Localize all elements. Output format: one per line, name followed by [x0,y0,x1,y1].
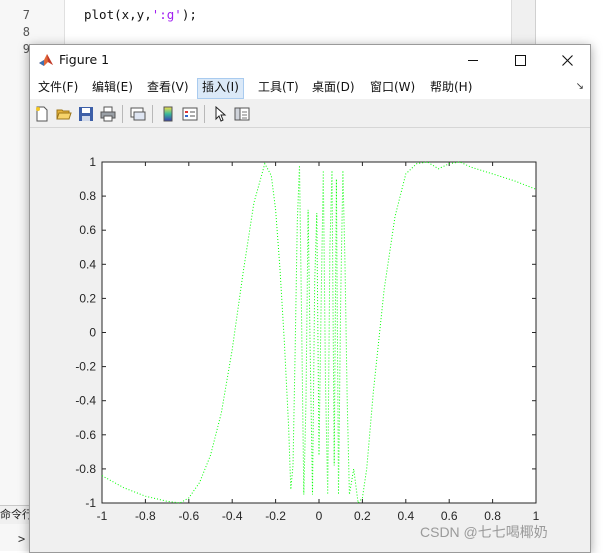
y-tick-label: 0.2 [79,291,96,305]
y-tick-label: 0.8 [79,189,96,203]
link-plot-icon[interactable] [128,104,148,124]
x-tick-label: 0 [316,509,323,523]
menu-insert[interactable]: 插入(I) [197,78,244,99]
maximize-icon [514,54,526,66]
y-tick-label: -1 [85,496,96,510]
minimize-icon [468,59,478,61]
code-text: plot(x,y, [84,7,152,22]
code-string: ':g' [151,7,182,22]
y-tick-label: -0.8 [75,462,96,476]
title-bar[interactable]: Figure 1 [30,45,590,75]
new-figure-icon[interactable] [32,104,52,124]
menu-window[interactable]: 窗口(W) [366,78,419,97]
y-tick-label: 0.6 [79,223,96,237]
x-tick-label: -0.8 [135,509,156,523]
y-tick-label: 1 [89,155,96,169]
x-tick-label: -1 [97,509,108,523]
y-tick-label: 0.4 [79,257,96,271]
menu-desktop[interactable]: 桌面(D) [308,78,359,97]
command-prompt[interactable]: > [18,532,25,546]
x-tick-label: -0.6 [178,509,199,523]
y-tick-label: -0.6 [75,428,96,442]
y-tick-label: -0.4 [75,394,96,408]
axes[interactable]: -1 -0.8 -0.6 -0.4 -0.2 0 0.2 0.4 0.6 0.8 1 1 0.8 0.6 0… [30,128,590,552]
minimize-button[interactable] [450,45,496,75]
legend-icon[interactable] [180,104,200,124]
line-number: 8 [22,25,30,39]
menu-dock-arrow-icon[interactable]: ↘ [576,81,584,92]
x-tick-label: -0.2 [265,509,286,523]
close-icon [561,54,573,66]
line-number: 7 [22,8,30,22]
x-tick-label: -0.4 [222,509,243,523]
print-icon[interactable] [98,104,118,124]
menu-view[interactable]: 查看(V) [143,78,193,97]
matlab-icon [38,52,54,68]
pointer-icon[interactable] [210,104,230,124]
line-number: 9 [22,42,30,56]
y-tick-label: -0.2 [75,360,96,374]
open-file-icon[interactable] [54,104,74,124]
axes-box [101,161,537,504]
menu-file[interactable]: 文件(F) [34,78,82,97]
maximize-button[interactable] [497,45,543,75]
x-tick-label: 0.2 [354,509,371,523]
save-icon[interactable] [76,104,96,124]
property-editor-icon[interactable] [232,104,252,124]
code-text: ); [181,7,197,22]
code-line[interactable]: plot(x,y,':g'); [84,7,197,22]
menu-tools[interactable]: 工具(T) [254,78,303,97]
menu-edit[interactable]: 编辑(E) [88,78,137,97]
menu-help[interactable]: 帮助(H) [426,78,476,97]
command-window-label: 命令行 [0,505,30,524]
figure-window: Figure 1 文件(F) 编辑(E) 查看(V) 插入(I) 工具(T) 桌… [29,44,591,553]
x-tick-label: 0.6 [441,509,458,523]
x-tick-label: 0.4 [397,509,414,523]
plot-canvas: -1 -0.8 -0.6 -0.4 -0.2 0 0.2 0.4 0.6 0.8 1 1 0.8 0.6 0… [30,128,590,552]
colorbar-icon[interactable] [158,104,178,124]
x-tick-label: 0.8 [484,509,501,523]
watermark: CSDN @七七喝椰奶 [420,524,548,540]
close-button[interactable] [544,45,590,75]
window-title: Figure 1 [59,52,110,67]
y-tick-label: 0 [89,326,96,340]
figure-toolbar [30,101,590,128]
menu-bar: 文件(F) 编辑(E) 查看(V) 插入(I) 工具(T) 桌面(D) 窗口(W… [30,75,590,99]
x-tick-label: 1 [533,509,540,523]
